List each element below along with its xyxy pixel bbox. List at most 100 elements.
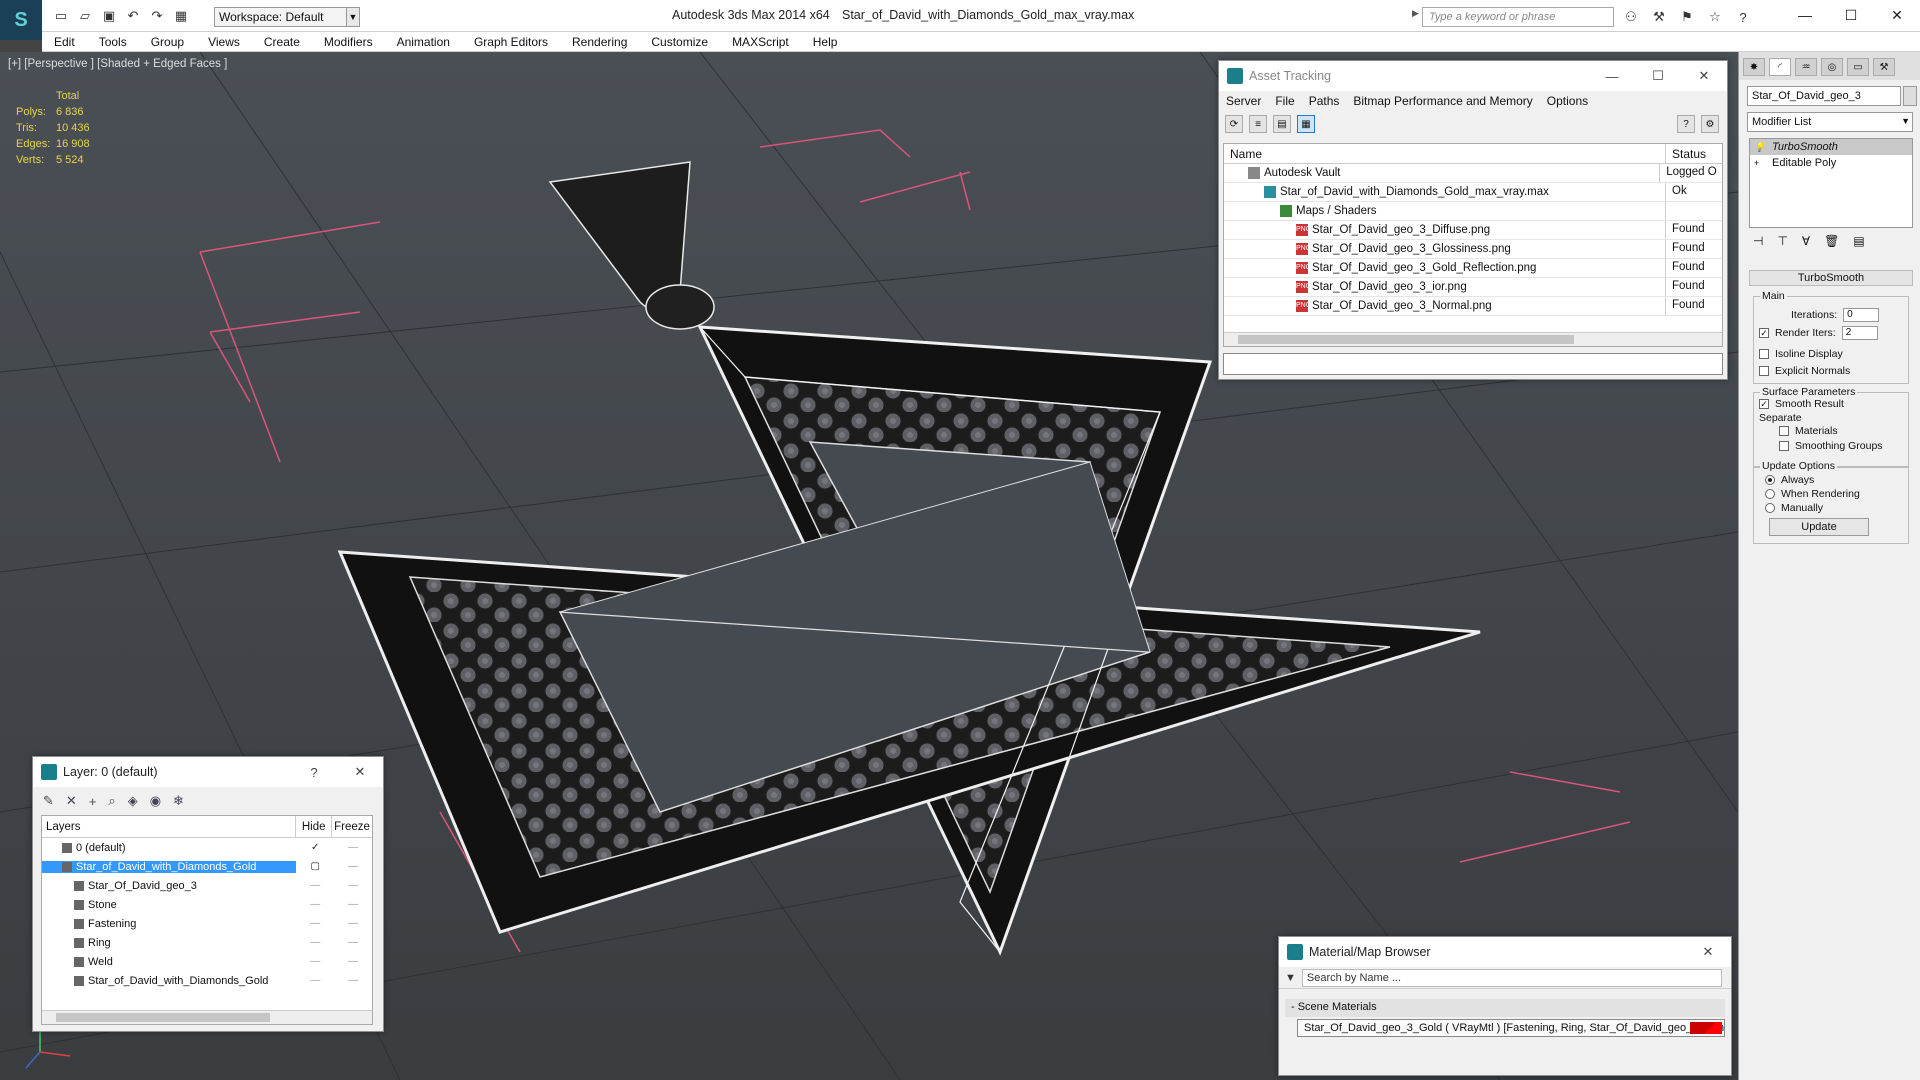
create-layer-icon[interactable]: ✎ (43, 793, 54, 809)
maximize-icon[interactable]: ☐ (1635, 61, 1681, 91)
make-unique-icon[interactable]: ∀ (1802, 234, 1810, 254)
table-row[interactable]: PNG Star_Of_David_geo_3_Normal.png Found (1224, 297, 1722, 316)
menu-create[interactable]: Create (252, 35, 312, 49)
refresh-icon[interactable]: ⟳ (1225, 115, 1243, 133)
viewport-label[interactable]: [+] [Perspective ] [Shaded + Edged Faces… (8, 58, 227, 70)
hide-toggle[interactable]: — (296, 918, 334, 929)
stack-item-turbosmooth[interactable]: 💡 TurboSmooth (1750, 139, 1912, 155)
menu-maxscript[interactable]: MAXScript (720, 35, 801, 49)
table-view-icon[interactable]: ▦ (1297, 115, 1315, 133)
stack-item-editable-poly[interactable]: + Editable Poly (1750, 155, 1912, 171)
highlight-layer-icon[interactable]: ◈ (128, 793, 138, 809)
add-to-layer-icon[interactable]: + (89, 794, 97, 809)
menu-rendering[interactable]: Rendering (560, 35, 639, 49)
smooth-result-checkbox[interactable]: ✓ (1759, 399, 1769, 409)
settings-icon[interactable]: ⚙ (1701, 115, 1719, 133)
expand-icon[interactable]: + (1754, 158, 1764, 168)
app-logo[interactable]: S (0, 0, 42, 40)
current-layer-icon[interactable]: ▢ (296, 861, 334, 872)
material-item[interactable]: Star_Of_David_geo_3_Gold ( VRayMtl ) [Fa… (1297, 1019, 1725, 1037)
save-icon[interactable]: ▣ (98, 6, 120, 26)
help-icon[interactable]: ? (1732, 7, 1754, 27)
render-iters-checkbox[interactable]: ✓ (1759, 328, 1769, 338)
manually-radio[interactable] (1765, 503, 1775, 513)
layer-row[interactable]: 0 (default) ✓ — (42, 838, 372, 857)
freeze-toggle[interactable]: — (334, 975, 372, 986)
iterations-spinner[interactable]: 0 (1843, 308, 1880, 322)
create-tab-icon[interactable]: ✸ (1743, 58, 1765, 76)
detail-view-icon[interactable]: ▤ (1273, 115, 1291, 133)
menu-graph-editors[interactable]: Graph Editors (462, 35, 560, 49)
layer-window-titlebar[interactable]: Layer: 0 (default) ? ✕ (33, 757, 383, 787)
asset-menu-server[interactable]: Server (1219, 94, 1268, 108)
hide-toggle[interactable]: — (296, 937, 334, 948)
freeze-toggle[interactable]: — (334, 861, 372, 872)
freeze-toggle[interactable]: — (334, 899, 372, 910)
select-objects-icon[interactable]: ⌕ (108, 793, 115, 809)
layer-row[interactable]: Star_of_David_with_Diamonds_Gold — — (42, 971, 372, 990)
material-search-input[interactable]: Search by Name ... (1301, 968, 1722, 987)
always-radio[interactable] (1765, 475, 1775, 485)
layer-row[interactable]: Weld — — (42, 952, 372, 971)
menu-animation[interactable]: Animation (385, 35, 462, 49)
checkmark-icon[interactable]: ✓ (296, 842, 334, 853)
menu-customize[interactable]: Customize (639, 35, 720, 49)
table-row[interactable]: PNG Star_Of_David_geo_3_ior.png Found (1224, 278, 1722, 297)
layer-row[interactable]: Star_of_David_with_Diamonds_Gold ▢ — (42, 857, 372, 876)
binoculars-icon[interactable]: ⚇ (1620, 7, 1642, 27)
subscription-icon[interactable]: ⚒ (1648, 7, 1670, 27)
close-icon[interactable]: ✕ (337, 757, 383, 787)
materials-checkbox[interactable] (1779, 426, 1789, 436)
material-browser-titlebar[interactable]: Material/Map Browser ✕ (1279, 937, 1731, 967)
scene-materials-section[interactable]: - Scene Materials (1285, 999, 1725, 1017)
asset-menu-file[interactable]: File (1268, 94, 1301, 108)
asset-menu-paths[interactable]: Paths (1302, 94, 1347, 108)
column-hide[interactable]: Hide (296, 815, 333, 838)
search-input[interactable]: Type a keyword or phrase (1422, 7, 1614, 27)
close-icon[interactable]: ✕ (1685, 937, 1731, 967)
undo-icon[interactable]: ↶ (122, 6, 144, 26)
asset-horizontal-scrollbar[interactable] (1224, 332, 1722, 346)
modify-tab-icon[interactable]: ◜ (1769, 58, 1791, 76)
freeze-toggle[interactable]: — (334, 880, 372, 891)
workspace-arrow-icon[interactable]: ▼ (346, 7, 360, 27)
delete-layer-icon[interactable]: ✕ (66, 793, 77, 809)
asset-tracking-titlebar[interactable]: Asset Tracking — ☐ ✕ (1219, 61, 1727, 91)
show-end-result-icon[interactable]: ⊤ (1777, 234, 1787, 254)
minimize-icon[interactable]: — (1782, 0, 1828, 30)
column-layers[interactable]: Layers (42, 815, 297, 838)
freeze-toggle[interactable]: — (334, 937, 372, 948)
menu-tools[interactable]: Tools (87, 35, 139, 49)
render-iters-spinner[interactable]: 2 (1841, 326, 1878, 340)
list-view-icon[interactable]: ≡ (1249, 115, 1267, 133)
column-name[interactable]: Name (1224, 144, 1666, 163)
turbosmooth-rollout-header[interactable]: TurboSmooth (1749, 270, 1913, 286)
explicit-normals-checkbox[interactable] (1759, 366, 1769, 376)
chevron-down-icon[interactable]: ▼ (1285, 972, 1296, 984)
menu-views[interactable]: Views (196, 35, 252, 49)
new-file-icon[interactable]: ▭ (50, 6, 72, 26)
close-icon[interactable]: ✕ (1681, 61, 1727, 91)
freeze-toggle[interactable]: — (334, 842, 372, 853)
help-icon[interactable]: ? (1677, 115, 1695, 133)
scrollbar-thumb[interactable] (56, 1013, 270, 1022)
hide-toggle[interactable]: — (296, 975, 334, 986)
favorites-star-icon[interactable]: ☆ (1704, 7, 1726, 27)
scrollbar-thumb[interactable] (1238, 335, 1574, 344)
freeze-toggle[interactable]: — (334, 956, 372, 967)
redo-icon[interactable]: ↷ (146, 6, 168, 26)
menu-modifiers[interactable]: Modifiers (312, 35, 385, 49)
table-row[interactable]: PNG Star_Of_David_geo_3_Glossiness.png Fo… (1224, 240, 1722, 259)
table-row[interactable]: PNG Star_Of_David_geo_3_Gold_Reflection.p… (1224, 259, 1722, 278)
configure-sets-icon[interactable]: ▤ (1853, 234, 1864, 254)
freeze-toggle[interactable]: — (334, 918, 372, 929)
asset-path-input[interactable] (1223, 353, 1723, 375)
menu-edit[interactable]: Edit (42, 35, 87, 49)
help-icon[interactable]: ? (291, 757, 337, 787)
utilities-tab-icon[interactable]: ⚒ (1873, 58, 1895, 76)
asset-menu-bitmap[interactable]: Bitmap Performance and Memory (1346, 94, 1539, 108)
minimize-icon[interactable]: — (1589, 61, 1635, 91)
object-color-swatch[interactable] (1903, 86, 1917, 106)
table-row[interactable]: Autodesk Vault Logged O (1224, 164, 1722, 183)
pin-stack-icon[interactable]: ⊣ (1753, 234, 1763, 254)
